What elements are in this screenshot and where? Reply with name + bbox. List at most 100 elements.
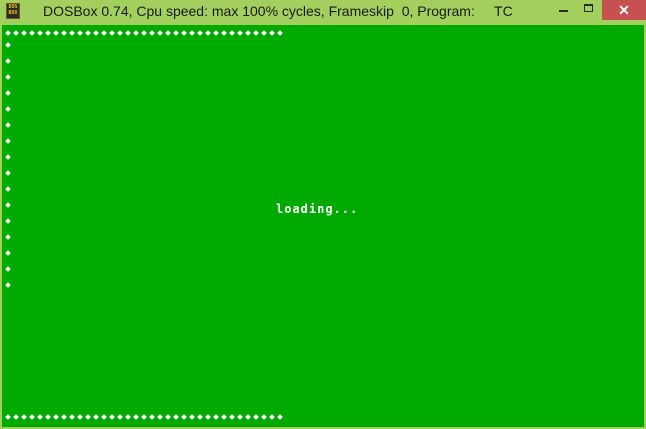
diamond-glyph xyxy=(44,29,52,37)
diamond-glyph xyxy=(92,413,100,421)
diamond-glyph xyxy=(172,29,180,37)
diamond-glyph xyxy=(140,413,148,421)
diamond-glyph xyxy=(116,413,124,421)
loading-message: loading... xyxy=(276,202,359,216)
diamond-glyph xyxy=(68,29,76,37)
diamond-glyph xyxy=(188,413,196,421)
diamond-glyph xyxy=(100,29,108,37)
title-bar[interactable]: DOS BOX DOSBox 0.74, Cpu speed: max 100%… xyxy=(0,0,646,24)
diamond-glyph xyxy=(20,413,28,421)
diamond-glyph xyxy=(204,413,212,421)
diamond-glyph xyxy=(164,413,172,421)
diamond-glyph xyxy=(164,29,172,37)
diamond-glyph xyxy=(76,29,84,37)
diamond-glyph xyxy=(108,413,116,421)
diamond-glyph xyxy=(196,413,204,421)
diamond-glyph xyxy=(268,413,276,421)
diamond-glyph xyxy=(244,413,252,421)
diamond-glyph xyxy=(228,29,236,37)
diamond-glyph xyxy=(108,29,116,37)
diamond-glyph xyxy=(20,29,28,37)
dos-screen[interactable]: loading... xyxy=(2,25,644,427)
diamond-glyph xyxy=(84,29,92,37)
diamond-glyph xyxy=(180,29,188,37)
diamond-glyph xyxy=(36,29,44,37)
minimize-button[interactable] xyxy=(550,0,576,20)
diamond-glyph xyxy=(4,149,12,165)
diamond-glyph xyxy=(100,413,108,421)
diamond-glyph xyxy=(4,413,12,421)
window-title: DOSBox 0.74, Cpu speed: max 100% cycles,… xyxy=(43,3,513,19)
diamond-glyph xyxy=(252,413,260,421)
diamond-glyph xyxy=(236,29,244,37)
diamond-glyph xyxy=(76,413,84,421)
diamond-glyph xyxy=(4,245,12,261)
diamond-glyph xyxy=(4,29,12,37)
diamond-glyph xyxy=(156,413,164,421)
dosbox-window: DOS BOX DOSBox 0.74, Cpu speed: max 100%… xyxy=(0,0,646,429)
diamond-glyph xyxy=(4,133,12,149)
diamond-glyph xyxy=(4,69,12,85)
diamond-glyph xyxy=(204,29,212,37)
diamond-glyph xyxy=(228,413,236,421)
diamond-glyph xyxy=(12,29,20,37)
diamond-glyph xyxy=(4,53,12,69)
diamond-glyph xyxy=(68,413,76,421)
diamond-glyph xyxy=(260,29,268,37)
diamond-glyph xyxy=(4,165,12,181)
icon-text-line-2: BOX xyxy=(8,10,18,16)
diamond-glyph xyxy=(116,29,124,37)
dosbox-icon[interactable]: DOS BOX xyxy=(6,3,20,19)
diamond-glyph xyxy=(124,29,132,37)
diamond-glyph xyxy=(260,413,268,421)
diamond-glyph xyxy=(44,413,52,421)
diamond-glyph xyxy=(188,29,196,37)
diamond-glyph xyxy=(236,413,244,421)
diamond-glyph xyxy=(4,101,12,117)
diamond-glyph xyxy=(172,413,180,421)
diamond-glyph xyxy=(52,29,60,37)
diamond-glyph xyxy=(132,413,140,421)
diamond-glyph xyxy=(4,197,12,213)
diamond-glyph xyxy=(4,117,12,133)
diamond-glyph xyxy=(4,261,12,277)
diamond-glyph xyxy=(252,29,260,37)
diamond-glyph xyxy=(28,413,36,421)
diamond-glyph xyxy=(132,29,140,37)
diamond-glyph xyxy=(268,29,276,37)
diamond-glyph xyxy=(4,181,12,197)
left-border-column xyxy=(4,37,12,293)
diamond-glyph xyxy=(124,413,132,421)
diamond-glyph xyxy=(196,29,204,37)
diamond-glyph xyxy=(220,413,228,421)
diamond-glyph xyxy=(148,29,156,37)
diamond-glyph xyxy=(212,413,220,421)
diamond-glyph xyxy=(60,413,68,421)
diamond-glyph xyxy=(60,29,68,37)
diamond-glyph xyxy=(36,413,44,421)
diamond-glyph xyxy=(4,85,12,101)
diamond-glyph xyxy=(156,29,164,37)
diamond-glyph xyxy=(52,413,60,421)
diamond-glyph xyxy=(28,29,36,37)
diamond-glyph xyxy=(140,29,148,37)
diamond-glyph xyxy=(4,277,12,293)
bottom-border-row xyxy=(4,413,284,421)
diamond-glyph xyxy=(220,29,228,37)
diamond-glyph xyxy=(244,29,252,37)
diamond-glyph xyxy=(4,213,12,229)
minimize-icon xyxy=(559,10,568,12)
diamond-glyph xyxy=(276,29,284,37)
diamond-glyph xyxy=(148,413,156,421)
diamond-glyph xyxy=(212,29,220,37)
diamond-glyph xyxy=(4,229,12,245)
diamond-glyph xyxy=(4,37,12,53)
close-button[interactable]: ✕ xyxy=(602,0,646,20)
diamond-glyph xyxy=(276,413,284,421)
close-icon: ✕ xyxy=(618,2,630,18)
maximize-button[interactable] xyxy=(576,0,602,20)
diamond-glyph xyxy=(92,29,100,37)
top-border-row xyxy=(4,29,284,37)
diamond-glyph xyxy=(180,413,188,421)
diamond-glyph xyxy=(12,413,20,421)
